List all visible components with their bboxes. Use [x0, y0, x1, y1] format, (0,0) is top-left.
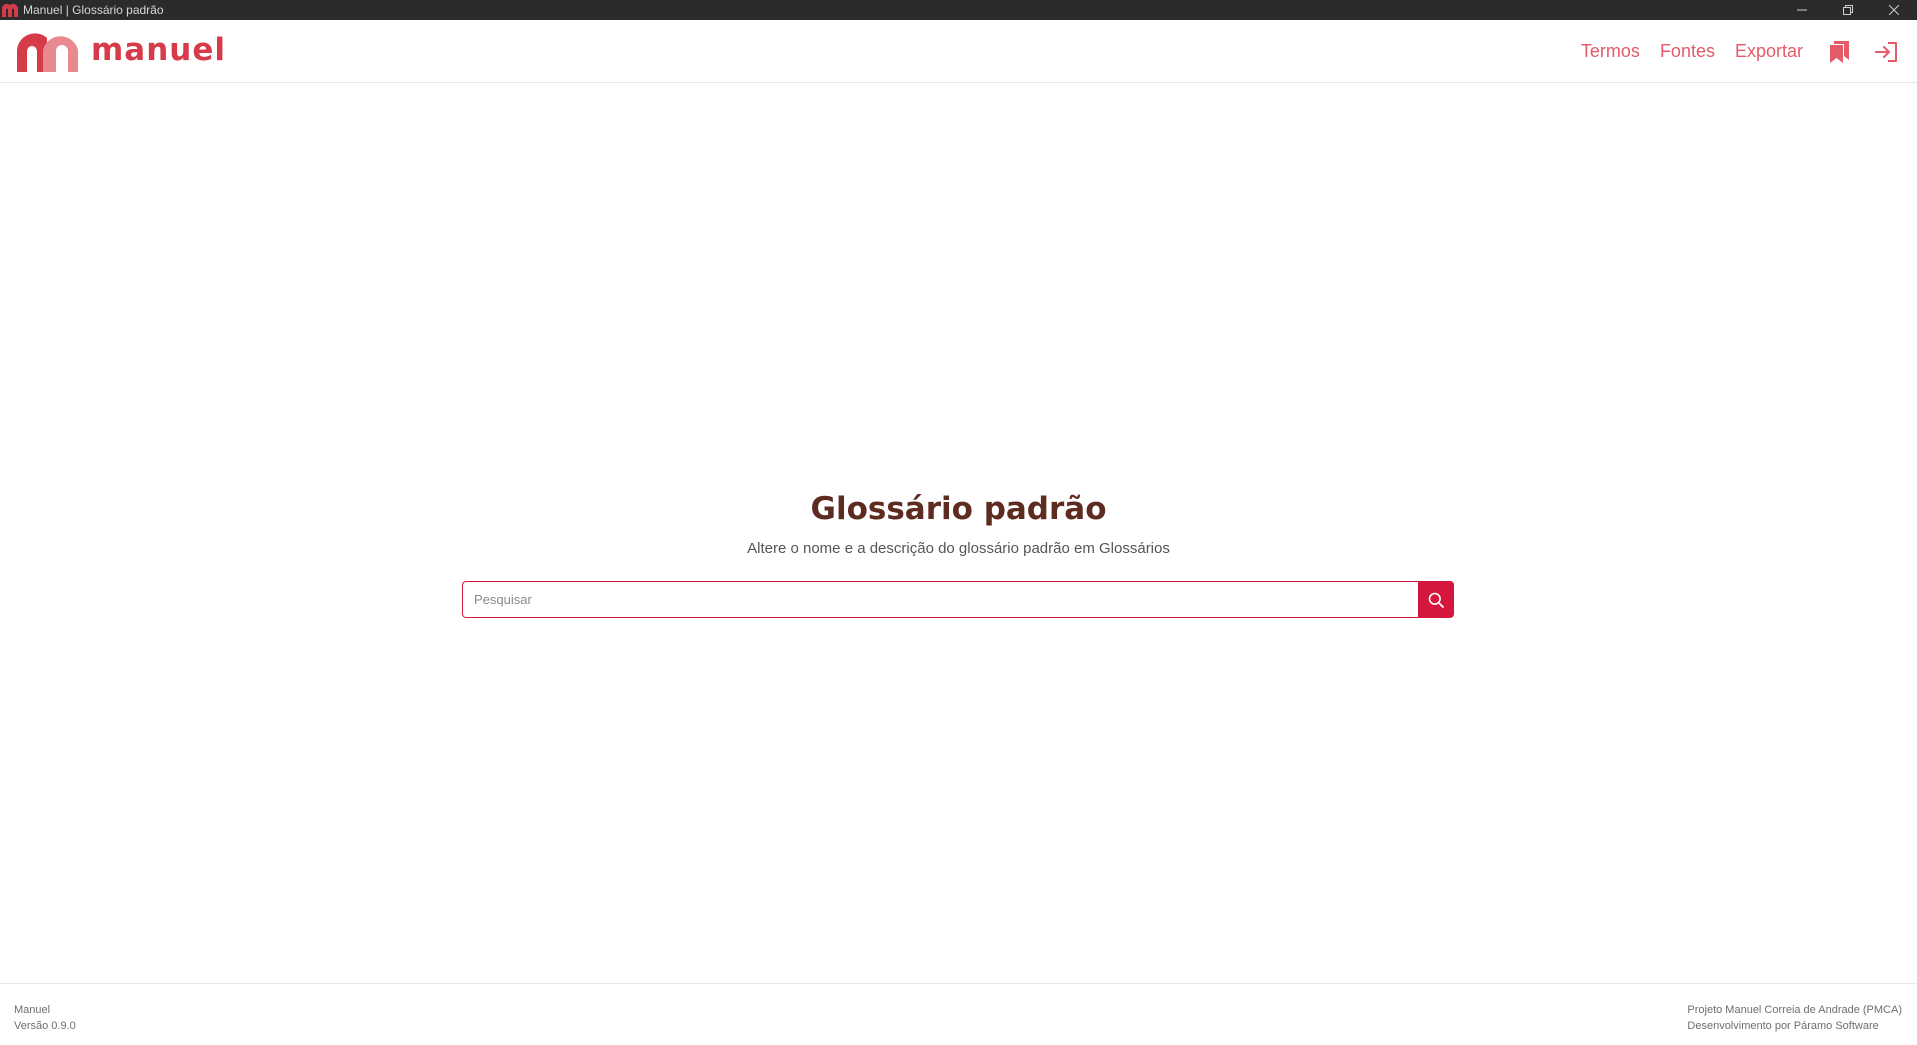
restore-icon: [1843, 5, 1853, 15]
close-icon: [1889, 5, 1899, 15]
logout-button[interactable]: [1875, 40, 1897, 64]
footer-project: Projeto Manuel Correia de Andrade (PMCA): [1687, 1004, 1902, 1016]
close-button[interactable]: [1871, 0, 1917, 20]
logo-wordmark: manuel: [91, 31, 227, 68]
footer-app-info: Manuel Versão 0.9.0: [14, 1002, 76, 1034]
footer-developer: Desenvolvimento por Páramo Software: [1687, 1020, 1879, 1032]
search-bar: [462, 581, 1454, 618]
search-icon: [1428, 592, 1444, 608]
minimize-button[interactable]: [1779, 0, 1825, 20]
minimize-icon: [1797, 9, 1807, 11]
app-footer: Manuel Versão 0.9.0 Projeto Manuel Corre…: [0, 983, 1917, 1045]
bookmark-icon: [1829, 40, 1849, 63]
app-icon: [2, 3, 18, 17]
nav-link-sources[interactable]: Fontes: [1660, 41, 1715, 62]
logout-icon: [1875, 41, 1897, 62]
bookmarks-button[interactable]: [1828, 40, 1850, 64]
app-header: manuel Termos Fontes Exportar: [0, 20, 1917, 83]
restore-button[interactable]: [1825, 0, 1871, 20]
window-title: Manuel | Glossário padrão: [23, 3, 164, 17]
window-controls: [1779, 0, 1917, 20]
page-subtitle: Altere o nome e a descrição do glossário…: [747, 540, 1170, 557]
nav-link-terms[interactable]: Termos: [1581, 41, 1640, 62]
window-titlebar: Manuel | Glossário padrão: [0, 0, 1917, 20]
search-input[interactable]: [462, 581, 1418, 618]
footer-version: Versão 0.9.0: [14, 1020, 76, 1032]
nav-link-export[interactable]: Exportar: [1735, 41, 1803, 62]
search-button[interactable]: [1418, 581, 1454, 618]
main-nav: Termos Fontes Exportar: [1561, 20, 1897, 83]
footer-credits: Projeto Manuel Correia de Andrade (PMCA)…: [1687, 1002, 1902, 1034]
logo[interactable]: manuel: [17, 32, 226, 72]
footer-app-name: Manuel: [14, 1004, 51, 1016]
page-title: Glossário padrão: [810, 491, 1107, 527]
logo-mark-icon: [17, 33, 78, 72]
